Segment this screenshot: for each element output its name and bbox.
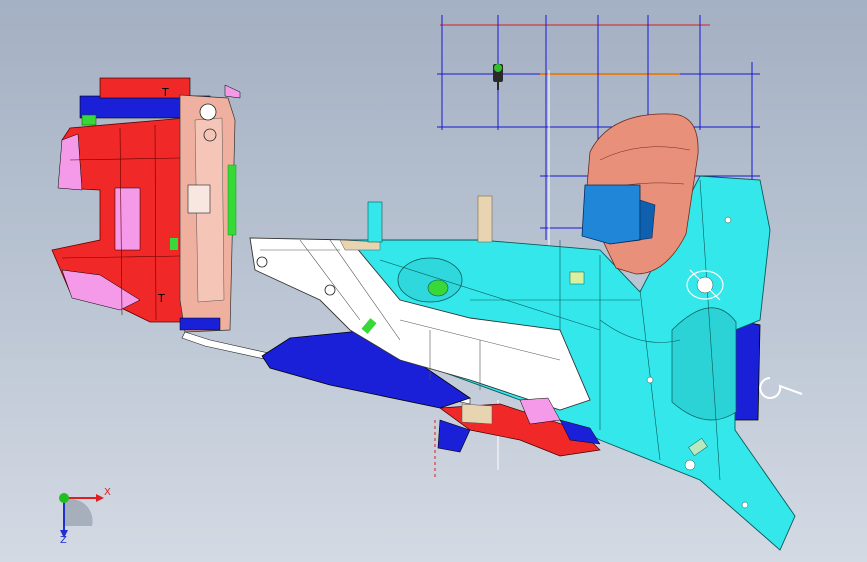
axis-triad: X Z (44, 478, 124, 548)
cyan-bracket (367, 201, 383, 243)
axis-z-label: Z (60, 535, 67, 546)
ring-hook-icon (759, 377, 803, 399)
tan-post (477, 195, 493, 243)
front-structure-assembly[interactable]: T T (51, 77, 241, 333)
axis-x-label: X (104, 487, 111, 498)
grid-pin-icon (493, 64, 503, 90)
part-label-bottom: T (157, 292, 165, 305)
part-label-top: T (161, 86, 169, 99)
axis-triad-icon (59, 493, 104, 538)
3d-viewport[interactable]: T T X Z (0, 0, 867, 562)
car-body-assembly-model[interactable]: T T (0, 0, 867, 562)
